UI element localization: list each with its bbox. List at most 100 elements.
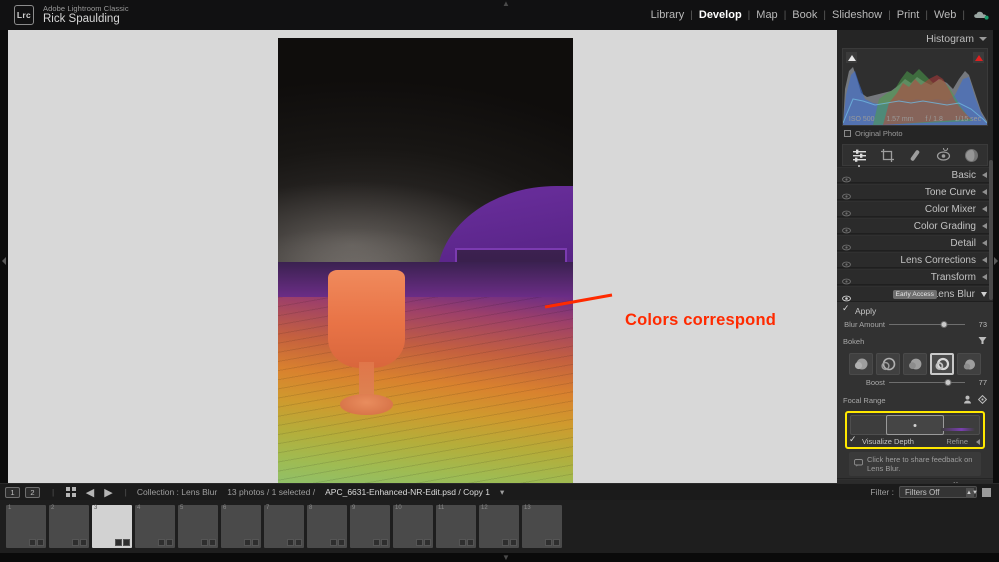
module-web[interactable]: Web [928,9,962,21]
checkbox-checked-icon[interactable] [849,434,858,446]
view-mode-2-button[interactable]: 2 [25,486,40,498]
slider-knob[interactable] [940,321,948,328]
list-item[interactable]: 13 [522,505,562,548]
badge-icon[interactable] [381,539,388,546]
visualize-depth-row[interactable]: Visualize Depth Refine [849,434,980,446]
right-panel-toggle[interactable] [993,30,999,491]
refine-link[interactable]: Refine [946,437,968,446]
chevron-down-icon[interactable] [979,37,987,41]
chevron-updown-icon[interactable]: ▲▼ [966,488,978,498]
healing-brush-icon[interactable] [908,148,923,163]
badge-icon[interactable] [467,539,474,546]
list-item[interactable]: 11 [436,505,476,548]
focal-picker-icon[interactable] [963,391,972,409]
bokeh-shape-soft[interactable] [903,353,927,375]
module-develop[interactable]: Develop [693,9,748,21]
histogram-widget[interactable]: ISO 500 1.57 mm f / 1.8 1/15 sec [842,48,988,126]
badge-icon[interactable] [330,539,337,546]
filter-toggle-button[interactable] [982,487,991,497]
eye-icon[interactable] [842,256,851,267]
badge-icon[interactable] [510,539,517,546]
chevron-left-icon[interactable] [976,438,980,445]
chevron-left-icon[interactable] [982,189,987,195]
panel-header-lens-corrections[interactable]: Lens Corrections [837,252,993,268]
eye-icon[interactable] [842,290,851,301]
list-item[interactable]: 7 [264,505,304,548]
list-item[interactable]: 3 [92,505,132,548]
list-item[interactable]: 1 [6,505,46,548]
panel-header-color-mixer[interactable]: Color Mixer [837,201,993,217]
slider-knob[interactable] [944,379,952,386]
filename-label[interactable]: APC_6631-Enhanced-NR-Edit.psd / Copy 1 [325,487,490,497]
module-print[interactable]: Print [891,9,926,21]
module-book[interactable]: Book [786,9,823,21]
highlight-clipping-indicator[interactable] [973,52,984,63]
filename-dropdown-caret[interactable]: ▾ [500,487,504,498]
badge-icon[interactable] [29,539,36,546]
badge-icon[interactable] [502,539,509,546]
panel-header-detail[interactable]: Detail [837,235,993,251]
histogram-header[interactable]: Histogram [837,30,993,48]
focal-range-strip[interactable] [850,415,980,435]
blur-amount-slider-row[interactable]: Blur Amount 73 [843,320,987,329]
masking-icon[interactable] [964,148,979,163]
bokeh-shape-swirl[interactable] [957,353,981,375]
navigate-back-arrow[interactable]: ◀ [86,486,94,499]
list-item[interactable]: 2 [49,505,89,548]
list-item[interactable]: 5 [178,505,218,548]
badge-icon[interactable] [80,539,87,546]
focal-range-handle[interactable] [885,415,945,435]
bokeh-shape-ring[interactable] [930,353,954,375]
chevron-left-icon[interactable] [982,274,987,280]
top-panel-collapse-arrow[interactable]: ▲ [497,0,515,8]
original-photo-toggle[interactable]: Original Photo [837,126,993,141]
chevron-left-icon[interactable] [982,257,987,263]
chevron-left-icon[interactable] [982,172,987,178]
red-eye-icon[interactable] [936,145,951,163]
feedback-link-row[interactable]: Click here to share feedback on Lens Blu… [849,452,981,476]
badge-icon[interactable] [252,539,259,546]
chevron-left-icon[interactable] [982,240,987,246]
list-item[interactable]: 6 [221,505,261,548]
badge-icon[interactable] [37,539,44,546]
panel-header-tone-curve[interactable]: Tone Curve [837,184,993,200]
chevron-left-icon[interactable] [982,223,987,229]
grid-view-icon[interactable] [66,487,76,497]
left-panel-toggle[interactable] [0,30,8,491]
badge-icon[interactable] [166,539,173,546]
eye-icon[interactable] [842,205,851,216]
checkbox-icon[interactable] [844,130,851,137]
badge-icon[interactable] [553,539,560,546]
badge-icon[interactable] [295,539,302,546]
list-item[interactable]: 10 [393,505,433,548]
badge-icon[interactable] [72,539,79,546]
badge-icon[interactable] [545,539,552,546]
shadow-clipping-indicator[interactable] [846,52,857,63]
filter-select[interactable]: Filters Off ▲▼ [899,486,978,498]
chevron-left-icon[interactable] [982,206,987,212]
badge-icon[interactable] [287,539,294,546]
badge-icon[interactable] [416,539,423,546]
boost-slider[interactable] [889,378,965,387]
image-canvas[interactable]: Colors correspond [8,30,843,491]
badge-icon[interactable] [115,539,122,546]
list-item[interactable]: 9 [350,505,390,548]
chevron-down-icon[interactable] [981,291,987,297]
badge-icon[interactable] [459,539,466,546]
eye-icon[interactable] [842,171,851,182]
bottom-panel-collapse-arrow[interactable]: ▼ [497,553,515,562]
badge-icon[interactable] [338,539,345,546]
badge-icon[interactable] [158,539,165,546]
badge-icon[interactable] [373,539,380,546]
list-item[interactable]: 12 [479,505,519,548]
boost-value[interactable]: 77 [969,378,987,387]
navigate-forward-arrow[interactable]: ▶ [104,486,112,499]
badge-icon[interactable] [123,539,130,546]
edit-sliders-icon[interactable] [852,148,867,163]
list-item[interactable]: 4 [135,505,175,548]
module-map[interactable]: Map [750,9,783,21]
bokeh-shape-bubble[interactable] [876,353,900,375]
list-item[interactable]: 8 [307,505,347,548]
apply-toggle-row[interactable]: Apply [842,303,987,316]
badge-icon[interactable] [424,539,431,546]
